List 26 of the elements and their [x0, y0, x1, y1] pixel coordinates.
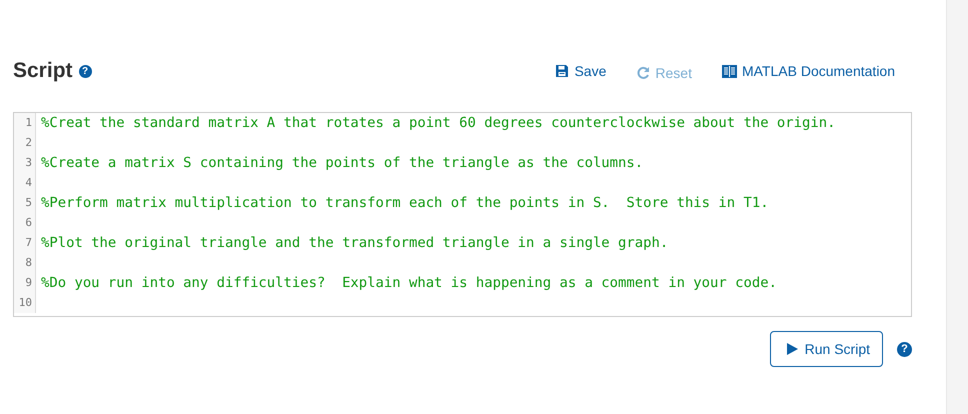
line-number: 2	[14, 133, 36, 153]
line-number: 8	[14, 253, 36, 273]
code-editor[interactable]	[13, 112, 912, 317]
line-number: 10	[14, 293, 36, 313]
help-icon[interactable]: ?	[78, 64, 92, 78]
code-comment: %Do you run into any difficulties? Explain what is happening as a comment in your code.	[40, 274, 777, 293]
line-number: 1	[14, 113, 36, 133]
code-comment: %Create a matrix S containing the points of the triangle as the columns.	[40, 154, 644, 173]
section-title: Script	[13, 59, 73, 83]
line-number: 4	[14, 173, 36, 193]
run-script-button[interactable]: Run Script	[770, 331, 883, 367]
help-icon[interactable]: ?	[897, 342, 912, 356]
code-comment: %Perform matrix multiplication to transform each of the points in S. Store this in T1.	[40, 194, 769, 213]
code-comment: %Plot the original triangle and the transformed triangle in a single graph.	[40, 234, 668, 253]
save-icon	[555, 64, 570, 78]
line-number: 6	[14, 213, 36, 233]
line-number: 9	[14, 273, 36, 293]
line-number: 3	[14, 153, 36, 173]
line-number: 5	[14, 193, 36, 213]
code-comment: %Creat the standard matrix A that rotates a point 60 degrees counterclockwise about the origin.	[40, 114, 836, 133]
play-icon	[786, 343, 798, 355]
book-icon	[722, 64, 737, 78]
line-number: 7	[14, 233, 36, 253]
refresh-icon	[636, 66, 650, 80]
docs-button[interactable]: MATLAB Documentation	[722, 61, 895, 81]
save-button[interactable]: Save	[555, 61, 606, 81]
